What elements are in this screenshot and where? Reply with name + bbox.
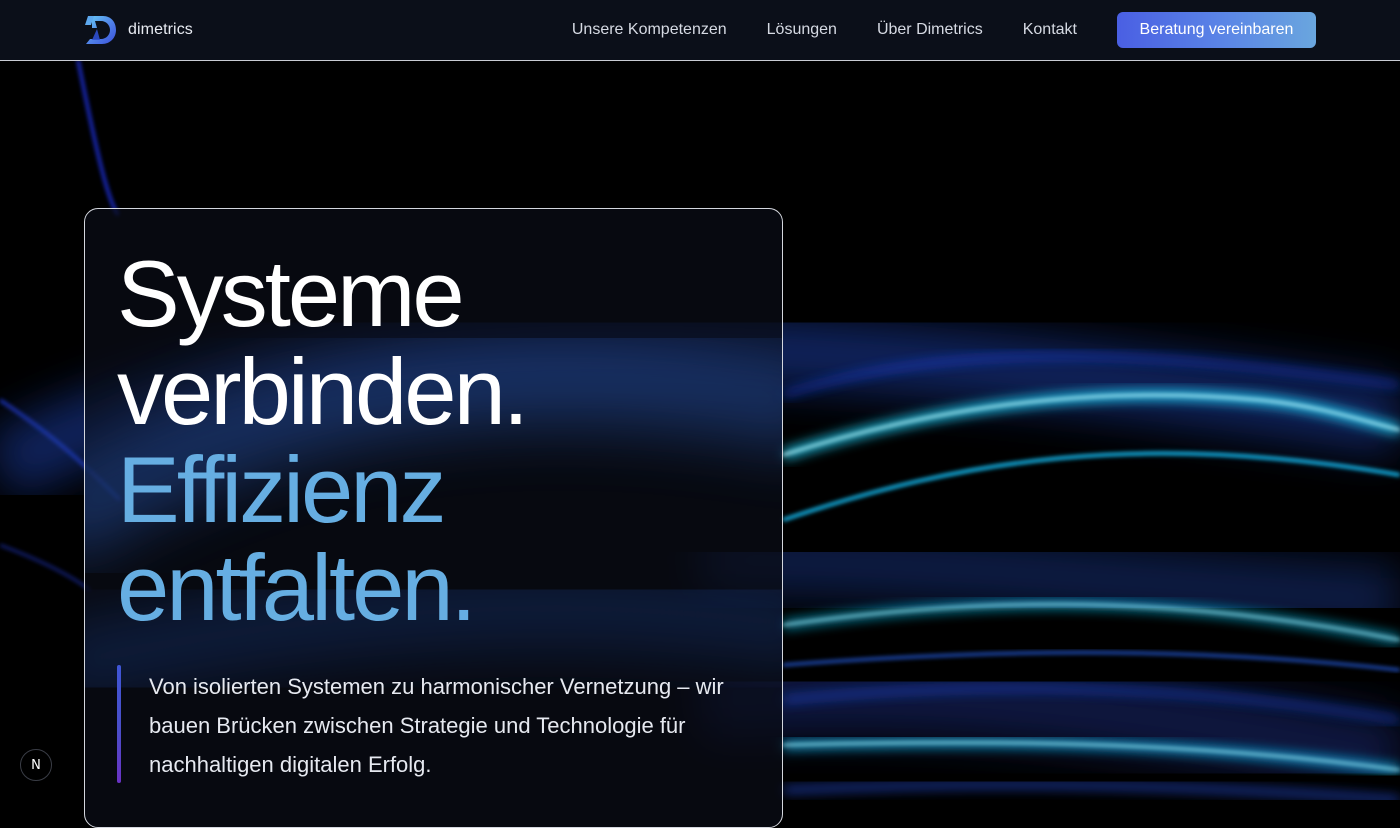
- nav-link-kontakt[interactable]: Kontakt: [1023, 21, 1077, 39]
- hero-tagline: Von isolierten Systemen zu harmonischer …: [149, 674, 724, 777]
- site-header: dimetrics Unsere Kompetenzen Lösungen Üb…: [0, 0, 1400, 61]
- nav-link-loesungen[interactable]: Lösungen: [767, 21, 837, 39]
- main-navigation: Unsere Kompetenzen Lösungen Über Dimetri…: [572, 12, 1316, 48]
- book-consultation-button[interactable]: Beratung vereinbaren: [1117, 12, 1316, 48]
- brand-home-link[interactable]: dimetrics: [84, 13, 193, 47]
- nav-link-ueber-dimetrics[interactable]: Über Dimetrics: [877, 21, 983, 39]
- headline-line-2: verbinden.: [117, 339, 529, 444]
- brand-name: dimetrics: [128, 21, 193, 38]
- nextjs-n-icon[interactable]: N: [20, 749, 52, 781]
- headline-line-4: entfalten.: [117, 535, 477, 640]
- headline-line-3: Effizienz: [117, 437, 447, 542]
- hero-card: Systeme verbinden. Effizienz entfalten. …: [84, 208, 783, 828]
- nav-link-kompetenzen[interactable]: Unsere Kompetenzen: [572, 21, 727, 39]
- headline-line-1: Systeme: [117, 241, 465, 346]
- hero-headline: Systeme verbinden. Effizienz entfalten.: [117, 241, 529, 640]
- tagline-accent-bar: [117, 665, 121, 783]
- dimetrics-d-logo-icon: [85, 16, 116, 44]
